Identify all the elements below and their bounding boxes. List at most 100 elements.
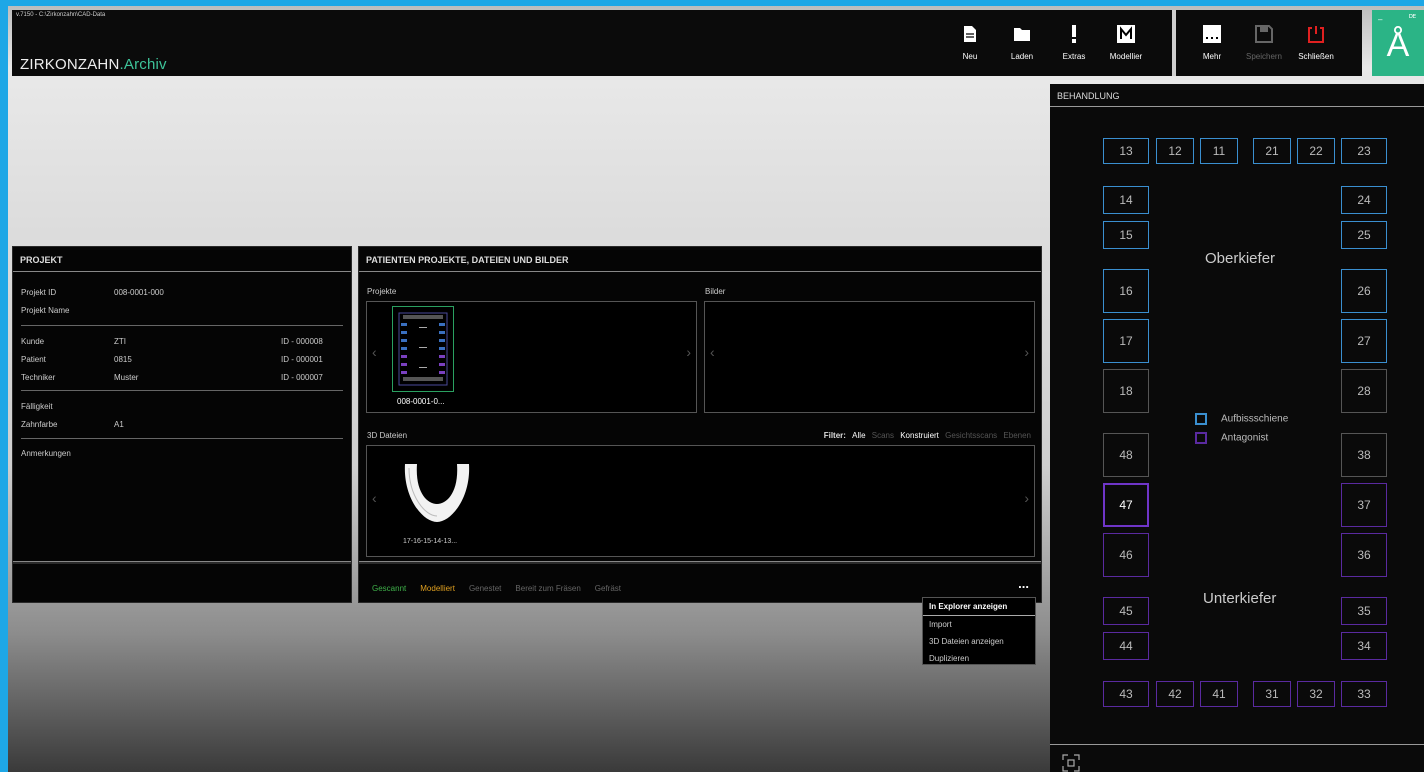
- tooth-21[interactable]: 21: [1253, 138, 1291, 164]
- extras-button[interactable]: Extras: [1048, 14, 1100, 72]
- exclamation-icon: [1064, 24, 1084, 44]
- dateien-box: ‹ › 17-16-15-14-13...: [366, 445, 1035, 557]
- filter-gesichtsscans[interactable]: Gesichtsscans: [945, 431, 997, 440]
- patient-id: ID - 000001: [281, 355, 323, 364]
- chevron-right-icon[interactable]: ›: [1024, 344, 1029, 360]
- tooth-47[interactable]: 47: [1103, 483, 1149, 527]
- tooth-28[interactable]: 28: [1341, 369, 1387, 413]
- patienten-panel: PATIENTEN PROJEKTE, DATEIEN UND BILDER P…: [358, 246, 1042, 563]
- menu-in-explorer[interactable]: In Explorer anzeigen: [923, 598, 1035, 616]
- tooth-37[interactable]: 37: [1341, 483, 1387, 527]
- brand-suffix: .Archiv: [119, 56, 167, 73]
- language-flag[interactable]: ᴰᴱ: [1409, 14, 1416, 22]
- m-icon: [1116, 24, 1136, 44]
- mehr-button[interactable]: Mehr: [1186, 14, 1238, 72]
- tooth-14[interactable]: 14: [1103, 186, 1149, 214]
- filter-ebenen[interactable]: Ebenen: [1003, 431, 1031, 440]
- tooth-12[interactable]: 12: [1156, 138, 1194, 164]
- app-brand: ZIRKONZAHN.Archiv: [20, 56, 167, 73]
- tooth-41[interactable]: 41: [1200, 681, 1238, 707]
- chevron-left-icon[interactable]: ‹: [372, 490, 377, 506]
- status-genestet: Genestet: [468, 584, 502, 593]
- speichern-button[interactable]: Speichern: [1238, 14, 1290, 72]
- tooth-36[interactable]: 36: [1341, 533, 1387, 577]
- project-thumbnail[interactable]: [392, 306, 454, 392]
- file-thumbnail[interactable]: [397, 458, 477, 528]
- patient-value: 0815: [114, 355, 132, 364]
- tooth-25[interactable]: 25: [1341, 221, 1387, 249]
- tooth-46[interactable]: 46: [1103, 533, 1149, 577]
- patienten-title: PATIENTEN PROJEKTE, DATEIEN UND BILDER: [359, 247, 1041, 272]
- app-logo[interactable]: – ᴰᴱ Å: [1372, 10, 1424, 76]
- chevron-left-icon[interactable]: ‹: [710, 344, 715, 360]
- tooth-18[interactable]: 18: [1103, 369, 1149, 413]
- chevron-left-icon[interactable]: ‹: [372, 344, 377, 360]
- tooth-11[interactable]: 11: [1200, 138, 1238, 164]
- filter-alle[interactable]: Alle: [852, 431, 865, 440]
- projekt-title: PROJEKT: [13, 247, 351, 272]
- schliessen-button[interactable]: Schließen: [1290, 14, 1342, 72]
- brand-name: ZIRKONZAHN: [20, 56, 120, 73]
- divider: [21, 390, 343, 391]
- tooth-48[interactable]: 48: [1103, 433, 1149, 477]
- kunde-label: Kunde: [21, 337, 45, 346]
- tooth-31[interactable]: 31: [1253, 681, 1291, 707]
- extras-label: Extras: [1062, 52, 1086, 61]
- tooth-17[interactable]: 17: [1103, 319, 1149, 363]
- tooth-35[interactable]: 35: [1341, 597, 1387, 625]
- fit-view-icon[interactable]: [1062, 754, 1080, 772]
- tooth-15[interactable]: 15: [1103, 221, 1149, 249]
- tooth-32[interactable]: 32: [1297, 681, 1335, 707]
- more-icon: [1202, 24, 1222, 44]
- tooth-42[interactable]: 42: [1156, 681, 1194, 707]
- anmerkungen-label: Anmerkungen: [21, 449, 71, 458]
- tooth-22[interactable]: 22: [1297, 138, 1335, 164]
- divider: [21, 438, 343, 439]
- tooth-43[interactable]: 43: [1103, 681, 1149, 707]
- context-menu: In Explorer anzeigen Import 3D Dateien a…: [922, 597, 1036, 665]
- more-options-button[interactable]: ...: [1018, 576, 1029, 591]
- folder-icon: [1012, 24, 1032, 44]
- laden-button[interactable]: Laden: [996, 14, 1048, 72]
- menu-duplizieren[interactable]: Duplizieren: [923, 650, 1035, 667]
- window-path: v.7150 - C:\Zirkonzahn\CAD-Data: [16, 12, 106, 18]
- square-icon: [1195, 432, 1207, 444]
- tooth-13[interactable]: 13: [1103, 138, 1149, 164]
- power-icon: [1306, 24, 1326, 44]
- modellier-button[interactable]: Modellier: [1100, 14, 1152, 72]
- tooth-24[interactable]: 24: [1341, 186, 1387, 214]
- neu-button[interactable]: Neu: [944, 14, 996, 72]
- tooth-33[interactable]: 33: [1341, 681, 1387, 707]
- tooth-45[interactable]: 45: [1103, 597, 1149, 625]
- tooth-26[interactable]: 26: [1341, 269, 1387, 313]
- status-bereit: Bereit zum Fräsen: [515, 584, 581, 593]
- projekt-name-label: Projekt Name: [21, 306, 70, 315]
- oberkiefer-label: Oberkiefer: [1205, 250, 1276, 267]
- projekt-panel: PROJEKT Projekt ID 008-0001-000 Projekt …: [12, 246, 352, 563]
- tooth-34[interactable]: 34: [1341, 632, 1387, 660]
- projekt-id-value: 008-0001-000: [114, 288, 164, 297]
- filter-konstruiert[interactable]: Konstruiert: [900, 431, 939, 440]
- chevron-right-icon[interactable]: ›: [1024, 490, 1029, 506]
- secondary-tools: Mehr Speichern Schließen: [1186, 14, 1342, 72]
- tooth-27[interactable]: 27: [1341, 319, 1387, 363]
- faelligkeit-label: Fälligkeit: [21, 402, 53, 411]
- neu-label: Neu: [962, 52, 978, 61]
- minimize-glyph[interactable]: –: [1378, 16, 1382, 24]
- speichern-label: Speichern: [1245, 52, 1283, 61]
- menu-3d-dateien[interactable]: 3D Dateien anzeigen: [923, 633, 1035, 650]
- status-gefraest: Gefräst: [594, 584, 621, 593]
- tooth-16[interactable]: 16: [1103, 269, 1149, 313]
- tooth-44[interactable]: 44: [1103, 632, 1149, 660]
- filter-scans[interactable]: Scans: [872, 431, 894, 440]
- schliessen-label: Schließen: [1298, 52, 1334, 61]
- tooth-38[interactable]: 38: [1341, 433, 1387, 477]
- chevron-right-icon[interactable]: ›: [686, 344, 691, 360]
- divider: [13, 561, 351, 562]
- status-gescannt: Gescannt: [372, 584, 407, 593]
- techniker-label: Techniker: [21, 373, 56, 382]
- mehr-label: Mehr: [1202, 52, 1222, 61]
- tooth-23[interactable]: 23: [1341, 138, 1387, 164]
- menu-import[interactable]: Import: [923, 616, 1035, 633]
- desktop: v.7150 - C:\Zirkonzahn\CAD-Data ZIRKONZA…: [8, 6, 1424, 772]
